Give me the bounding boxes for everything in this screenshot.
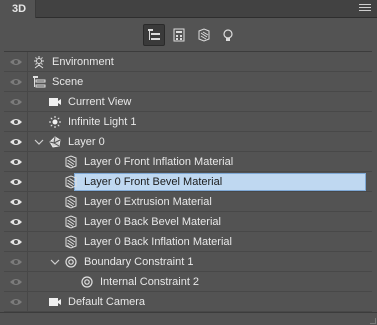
material-icon bbox=[64, 235, 78, 249]
panel-menu-icon[interactable] bbox=[359, 4, 371, 14]
tree-row-label: Layer 0 Front Inflation Material bbox=[84, 156, 234, 168]
constraint-icon bbox=[80, 275, 94, 289]
lightbulb-icon bbox=[223, 29, 233, 41]
column-divider bbox=[27, 72, 28, 92]
column-divider bbox=[27, 212, 28, 232]
visibility-eye-icon[interactable] bbox=[9, 157, 23, 167]
tree-row-label: Layer 0 Extrusion Material bbox=[84, 196, 212, 208]
mesh-grid-icon bbox=[173, 28, 185, 42]
visibility-eye-icon[interactable] bbox=[9, 77, 23, 87]
tree-row-label: Scene bbox=[52, 76, 84, 88]
tree-row-label: Layer 0 bbox=[68, 136, 105, 148]
scene-tree-icon bbox=[148, 29, 160, 40]
visibility-eye-icon[interactable] bbox=[9, 57, 23, 67]
visibility-eye-icon[interactable] bbox=[9, 277, 23, 287]
column-divider bbox=[27, 272, 28, 292]
tree-row-label: Infinite Light 1 bbox=[68, 116, 137, 128]
tree-row-label: Layer 0 Front Bevel Material bbox=[84, 176, 223, 188]
expand-chevron-icon[interactable] bbox=[34, 137, 44, 147]
material-icon bbox=[64, 215, 78, 229]
visibility-eye-icon[interactable] bbox=[9, 257, 23, 267]
column-divider bbox=[27, 132, 28, 152]
tree-row-label: Layer 0 Back Bevel Material bbox=[84, 216, 221, 228]
tab-3d[interactable]: 3D bbox=[0, 0, 36, 18]
material-icon bbox=[198, 28, 210, 42]
material-icon bbox=[64, 195, 78, 209]
constraint-icon bbox=[64, 255, 78, 269]
camera-icon bbox=[48, 95, 62, 109]
column-divider bbox=[27, 232, 28, 252]
tree-row[interactable]: Default Camera bbox=[4, 292, 372, 312]
expand-chevron-icon[interactable] bbox=[50, 257, 60, 267]
panel-footer bbox=[0, 312, 377, 325]
tree-row[interactable]: Scene bbox=[4, 72, 372, 92]
mesh-icon bbox=[48, 135, 62, 149]
visibility-eye-icon[interactable] bbox=[9, 177, 23, 187]
column-divider bbox=[27, 92, 28, 112]
tree-row-label: Current View bbox=[68, 96, 132, 108]
camera-icon bbox=[48, 295, 62, 309]
tree-row-label: Boundary Constraint 1 bbox=[84, 256, 194, 268]
panel-tab-bar: 3D bbox=[0, 0, 377, 18]
scene-icon bbox=[32, 75, 46, 89]
environment-icon bbox=[32, 55, 46, 69]
resize-grip-icon[interactable] bbox=[370, 318, 376, 324]
column-divider bbox=[27, 152, 28, 172]
scene-filter-button[interactable] bbox=[143, 24, 165, 46]
tree-row[interactable]: Layer 0 Front Inflation Material bbox=[4, 152, 372, 172]
column-divider bbox=[27, 112, 28, 132]
meshes-filter-button[interactable] bbox=[168, 24, 190, 46]
column-divider bbox=[27, 252, 28, 272]
tree-row-label: Internal Constraint 2 bbox=[100, 276, 200, 288]
tree-row-label: Environment bbox=[52, 56, 114, 68]
tree-row[interactable]: Layer 0 Back Inflation Material bbox=[4, 232, 372, 252]
visibility-eye-icon[interactable] bbox=[9, 237, 23, 247]
visibility-eye-icon[interactable] bbox=[9, 117, 23, 127]
tree-row-label: Default Camera bbox=[68, 296, 146, 308]
column-divider bbox=[27, 192, 28, 212]
tree-row[interactable]: Environment bbox=[4, 52, 372, 72]
filter-toolbar bbox=[0, 19, 377, 49]
column-divider bbox=[27, 52, 28, 72]
visibility-eye-icon[interactable] bbox=[9, 97, 23, 107]
tree-row[interactable]: Layer 0 bbox=[4, 132, 372, 152]
material-icon bbox=[64, 175, 78, 189]
tree-row[interactable]: Boundary Constraint 1 bbox=[4, 252, 372, 272]
light-icon bbox=[48, 115, 62, 129]
tree-row[interactable]: Current View bbox=[4, 92, 372, 112]
visibility-eye-icon[interactable] bbox=[9, 197, 23, 207]
column-divider bbox=[27, 172, 28, 192]
lights-filter-button[interactable] bbox=[217, 24, 239, 46]
tree-row[interactable]: Layer 0 Back Bevel Material bbox=[4, 212, 372, 232]
visibility-eye-icon[interactable] bbox=[9, 217, 23, 227]
column-divider bbox=[27, 292, 28, 312]
tree-row[interactable]: Layer 0 Extrusion Material bbox=[4, 192, 372, 212]
tree-row[interactable]: Layer 0 Front Bevel Material bbox=[4, 172, 372, 192]
tree-row-label: Layer 0 Back Inflation Material bbox=[84, 236, 232, 248]
visibility-eye-icon[interactable] bbox=[9, 297, 23, 307]
tree-row[interactable]: Internal Constraint 2 bbox=[4, 272, 372, 292]
tree-row[interactable]: Infinite Light 1 bbox=[4, 112, 372, 132]
material-icon bbox=[64, 155, 78, 169]
visibility-eye-icon[interactable] bbox=[9, 137, 23, 147]
materials-filter-button[interactable] bbox=[193, 24, 215, 46]
scene-tree-list: Environment Scene Current View Infinite Lig… bbox=[4, 51, 372, 312]
